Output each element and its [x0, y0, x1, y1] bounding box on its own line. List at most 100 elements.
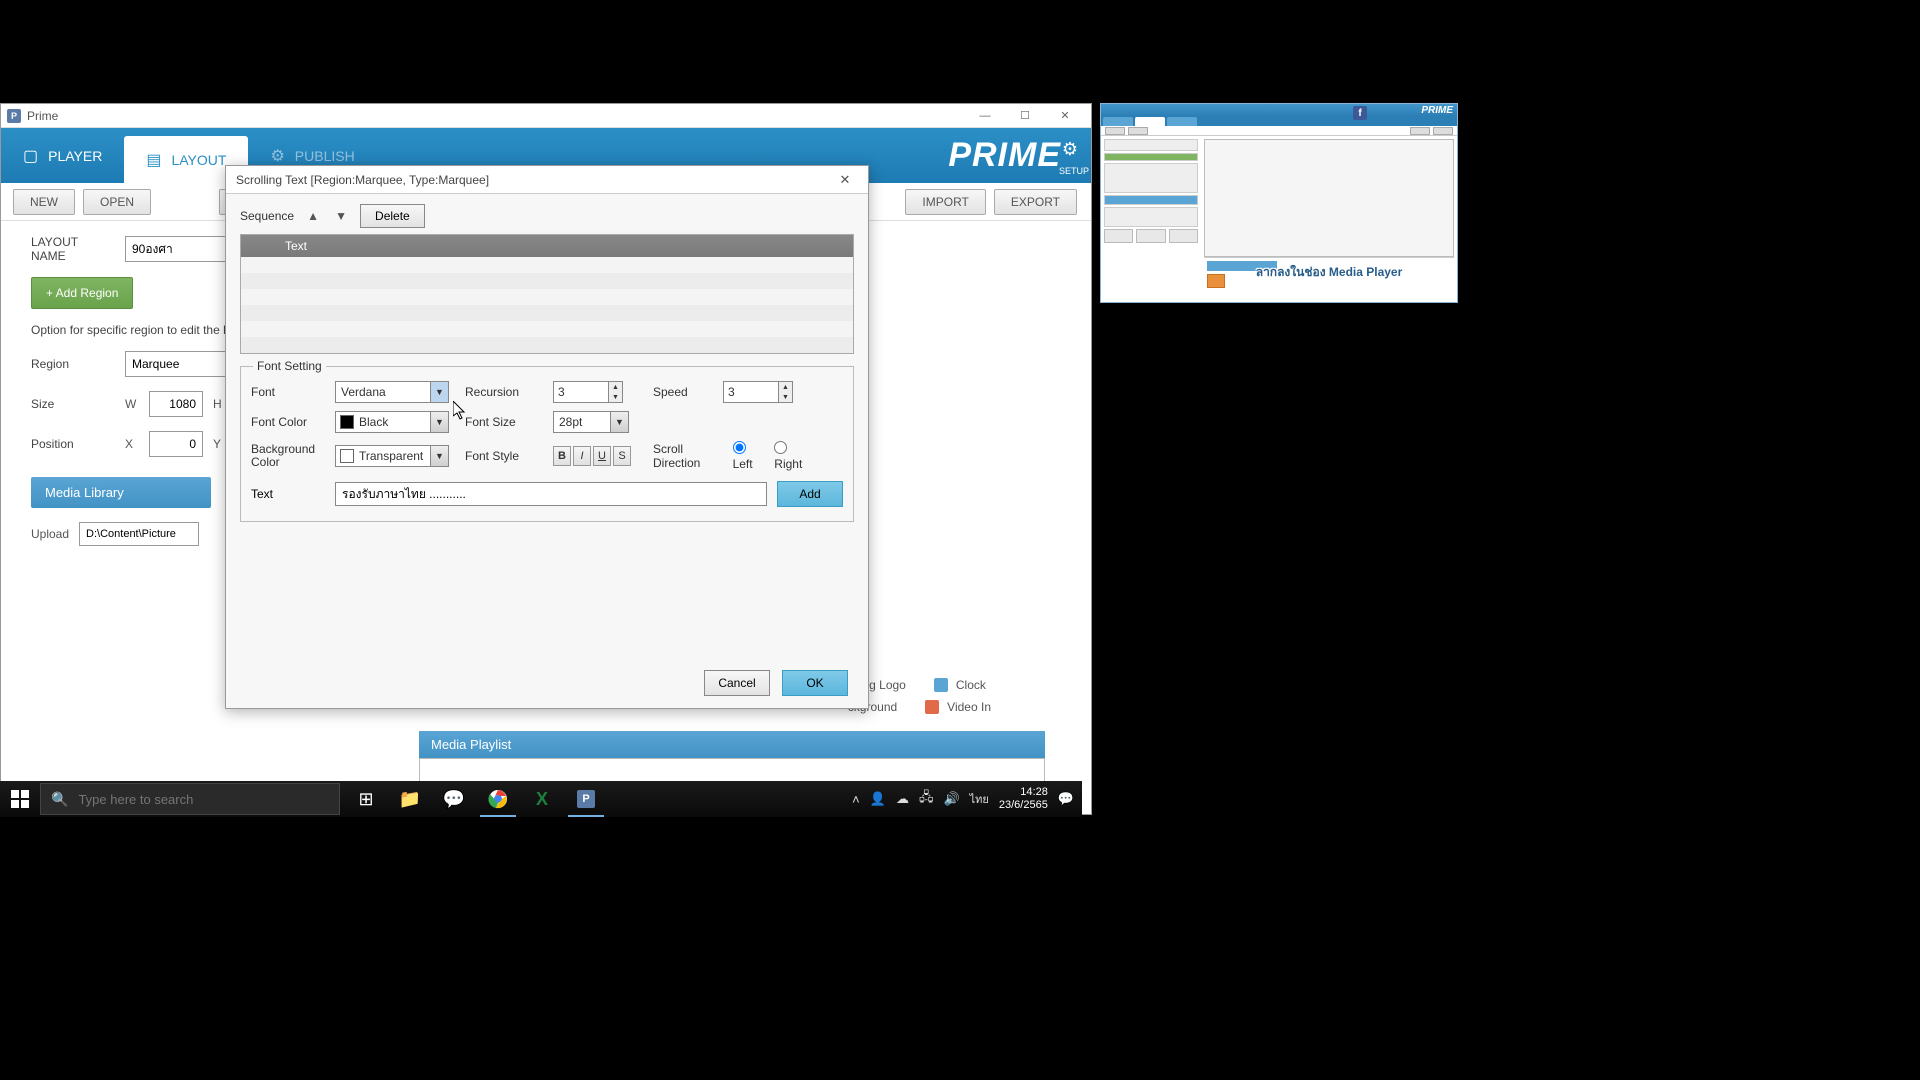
tray-date: 23/6/2565 [999, 799, 1048, 812]
layout-icon: ▤ [146, 150, 161, 170]
add-region-button[interactable]: + Add Region [31, 277, 133, 309]
sequence-row: Sequence ▲ ▼ Delete [240, 204, 854, 228]
bg-color-combo[interactable]: Transparent ▼ [335, 445, 449, 467]
chrome-icon[interactable] [476, 781, 520, 817]
import-button[interactable]: IMPORT [905, 189, 985, 215]
preview-block-2 [1104, 153, 1198, 161]
legend-background: ckground Video In [848, 700, 991, 714]
strikethrough-button[interactable]: S [613, 446, 631, 466]
upload-path-input[interactable] [79, 522, 199, 546]
tray-notifications-icon[interactable]: 💬 [1058, 791, 1074, 807]
ok-button[interactable]: OK [782, 670, 848, 696]
start-button[interactable] [0, 781, 40, 817]
recursion-value: 3 [554, 385, 608, 399]
preview-thumb-1 [1104, 229, 1133, 243]
open-button[interactable]: OPEN [83, 189, 151, 215]
font-color-value: Black [354, 415, 430, 429]
maximize-button[interactable]: ☐ [1005, 105, 1045, 127]
minimize-button[interactable]: ― [965, 105, 1005, 127]
preview-caption: ลากลงในช่อง Media Player [1201, 263, 1457, 282]
text-input[interactable] [335, 482, 767, 506]
sequence-table-rows[interactable] [241, 257, 853, 353]
tray-chevron-icon[interactable]: ˄ [852, 792, 860, 807]
prime-app-icon[interactable]: P [564, 781, 608, 817]
windows-logo-icon [11, 790, 29, 808]
publish-icon: ⚙ [270, 146, 284, 166]
recursion-spinner[interactable]: 3 ▲▼ [553, 381, 623, 403]
windows-taskbar: 🔍 ⊞ 📁 💬 X P ˄ 👤 ☁ 🖧 🔊 ไทย 14:28 23/6/256… [0, 781, 1082, 817]
w-label: W [125, 397, 139, 411]
search-input[interactable] [78, 792, 329, 807]
tab-player[interactable]: ▢ PLAYER [1, 132, 124, 179]
layout-name-input[interactable] [125, 236, 233, 262]
tray-people-icon[interactable]: 👤 [870, 791, 886, 807]
move-up-button[interactable]: ▲ [304, 207, 322, 225]
bg-color-value: Transparent [354, 449, 430, 463]
setup-gear-icon[interactable]: ⚙ [1057, 136, 1083, 162]
tab-player-label: PLAYER [48, 148, 102, 164]
scrolling-text-dialog: Scrolling Text [Region:Marquee, Type:Mar… [225, 165, 869, 709]
preview-tab-3 [1167, 117, 1197, 126]
sequence-table: Text [240, 234, 854, 354]
new-button[interactable]: NEW [13, 189, 75, 215]
font-color-combo[interactable]: Black ▼ [335, 411, 449, 433]
font-combo[interactable]: Verdana ▼ [335, 381, 449, 403]
add-button[interactable]: Add [777, 481, 843, 507]
size-label: Size [31, 397, 115, 411]
export-button[interactable]: EXPORT [994, 189, 1077, 215]
video-swatch [925, 700, 939, 714]
tray-language[interactable]: ไทย [970, 790, 989, 808]
underline-button[interactable]: U [593, 446, 611, 466]
bg-color-label: Background Color [251, 443, 325, 469]
preview-btn-4 [1433, 127, 1453, 135]
recursion-up-icon[interactable]: ▲ [608, 382, 622, 392]
sequence-label: Sequence [240, 209, 294, 223]
scroll-direction-label: Scroll Direction [653, 442, 725, 470]
facebook-icon: f [1353, 106, 1367, 120]
text-input-row: Text Add [251, 481, 843, 507]
scroll-left-radio[interactable]: Left [733, 441, 765, 471]
speed-down-icon[interactable]: ▼ [778, 392, 792, 402]
bold-button[interactable]: B [553, 446, 571, 466]
window-title: Prime [27, 109, 965, 123]
taskbar-apps: ⊞ 📁 💬 X P [344, 781, 608, 817]
line-app-icon[interactable]: 💬 [432, 781, 476, 817]
tray-network-icon[interactable]: 🖧 [919, 788, 934, 810]
font-size-drop-icon[interactable]: ▼ [610, 412, 628, 432]
scroll-right-radio[interactable]: Right [774, 441, 813, 471]
move-down-button[interactable]: ▼ [332, 207, 350, 225]
tray-onedrive-icon[interactable]: ☁ [896, 791, 909, 807]
tray-clock[interactable]: 14:28 23/6/2565 [999, 786, 1048, 812]
dialog-close-button[interactable]: ✕ [832, 169, 858, 191]
italic-button[interactable]: I [573, 446, 591, 466]
preview-body: ลากลงในช่อง Media Player [1101, 136, 1457, 286]
text-label: Text [251, 487, 325, 501]
excel-icon[interactable]: X [520, 781, 564, 817]
font-setting-grid: Font Verdana ▼ Recursion 3 ▲▼ Speed 3 ▲▼… [251, 381, 843, 471]
layout-name-label: LAYOUT NAME [31, 235, 115, 263]
cancel-button[interactable]: Cancel [704, 670, 770, 696]
taskbar-search[interactable]: 🔍 [40, 783, 340, 815]
file-explorer-icon[interactable]: 📁 [388, 781, 432, 817]
close-button[interactable]: ✕ [1045, 105, 1085, 127]
recursion-down-icon[interactable]: ▼ [608, 392, 622, 402]
delete-button[interactable]: Delete [360, 204, 425, 228]
x-input[interactable] [149, 431, 203, 457]
preview-block-1 [1104, 139, 1198, 151]
font-size-combo[interactable]: 28pt ▼ [553, 411, 629, 433]
bg-color-drop-icon[interactable]: ▼ [430, 446, 448, 466]
search-icon: 🔍 [51, 791, 68, 808]
clock-swatch [934, 678, 948, 692]
system-tray: ˄ 👤 ☁ 🖧 🔊 ไทย 14:28 23/6/2565 💬 [852, 786, 1082, 812]
task-view-icon[interactable]: ⊞ [344, 781, 388, 817]
preview-thumb-3 [1169, 229, 1198, 243]
font-combo-drop-icon[interactable]: ▼ [430, 382, 448, 402]
dialog-title-text: Scrolling Text [Region:Marquee, Type:Mar… [236, 173, 489, 187]
tray-volume-icon[interactable]: 🔊 [943, 791, 959, 807]
font-color-drop-icon[interactable]: ▼ [430, 412, 448, 432]
width-input[interactable] [149, 391, 203, 417]
speed-spinner[interactable]: 3 ▲▼ [723, 381, 793, 403]
speed-label: Speed [653, 385, 713, 399]
speed-up-icon[interactable]: ▲ [778, 382, 792, 392]
preview-brand: PRIME [1421, 105, 1453, 116]
